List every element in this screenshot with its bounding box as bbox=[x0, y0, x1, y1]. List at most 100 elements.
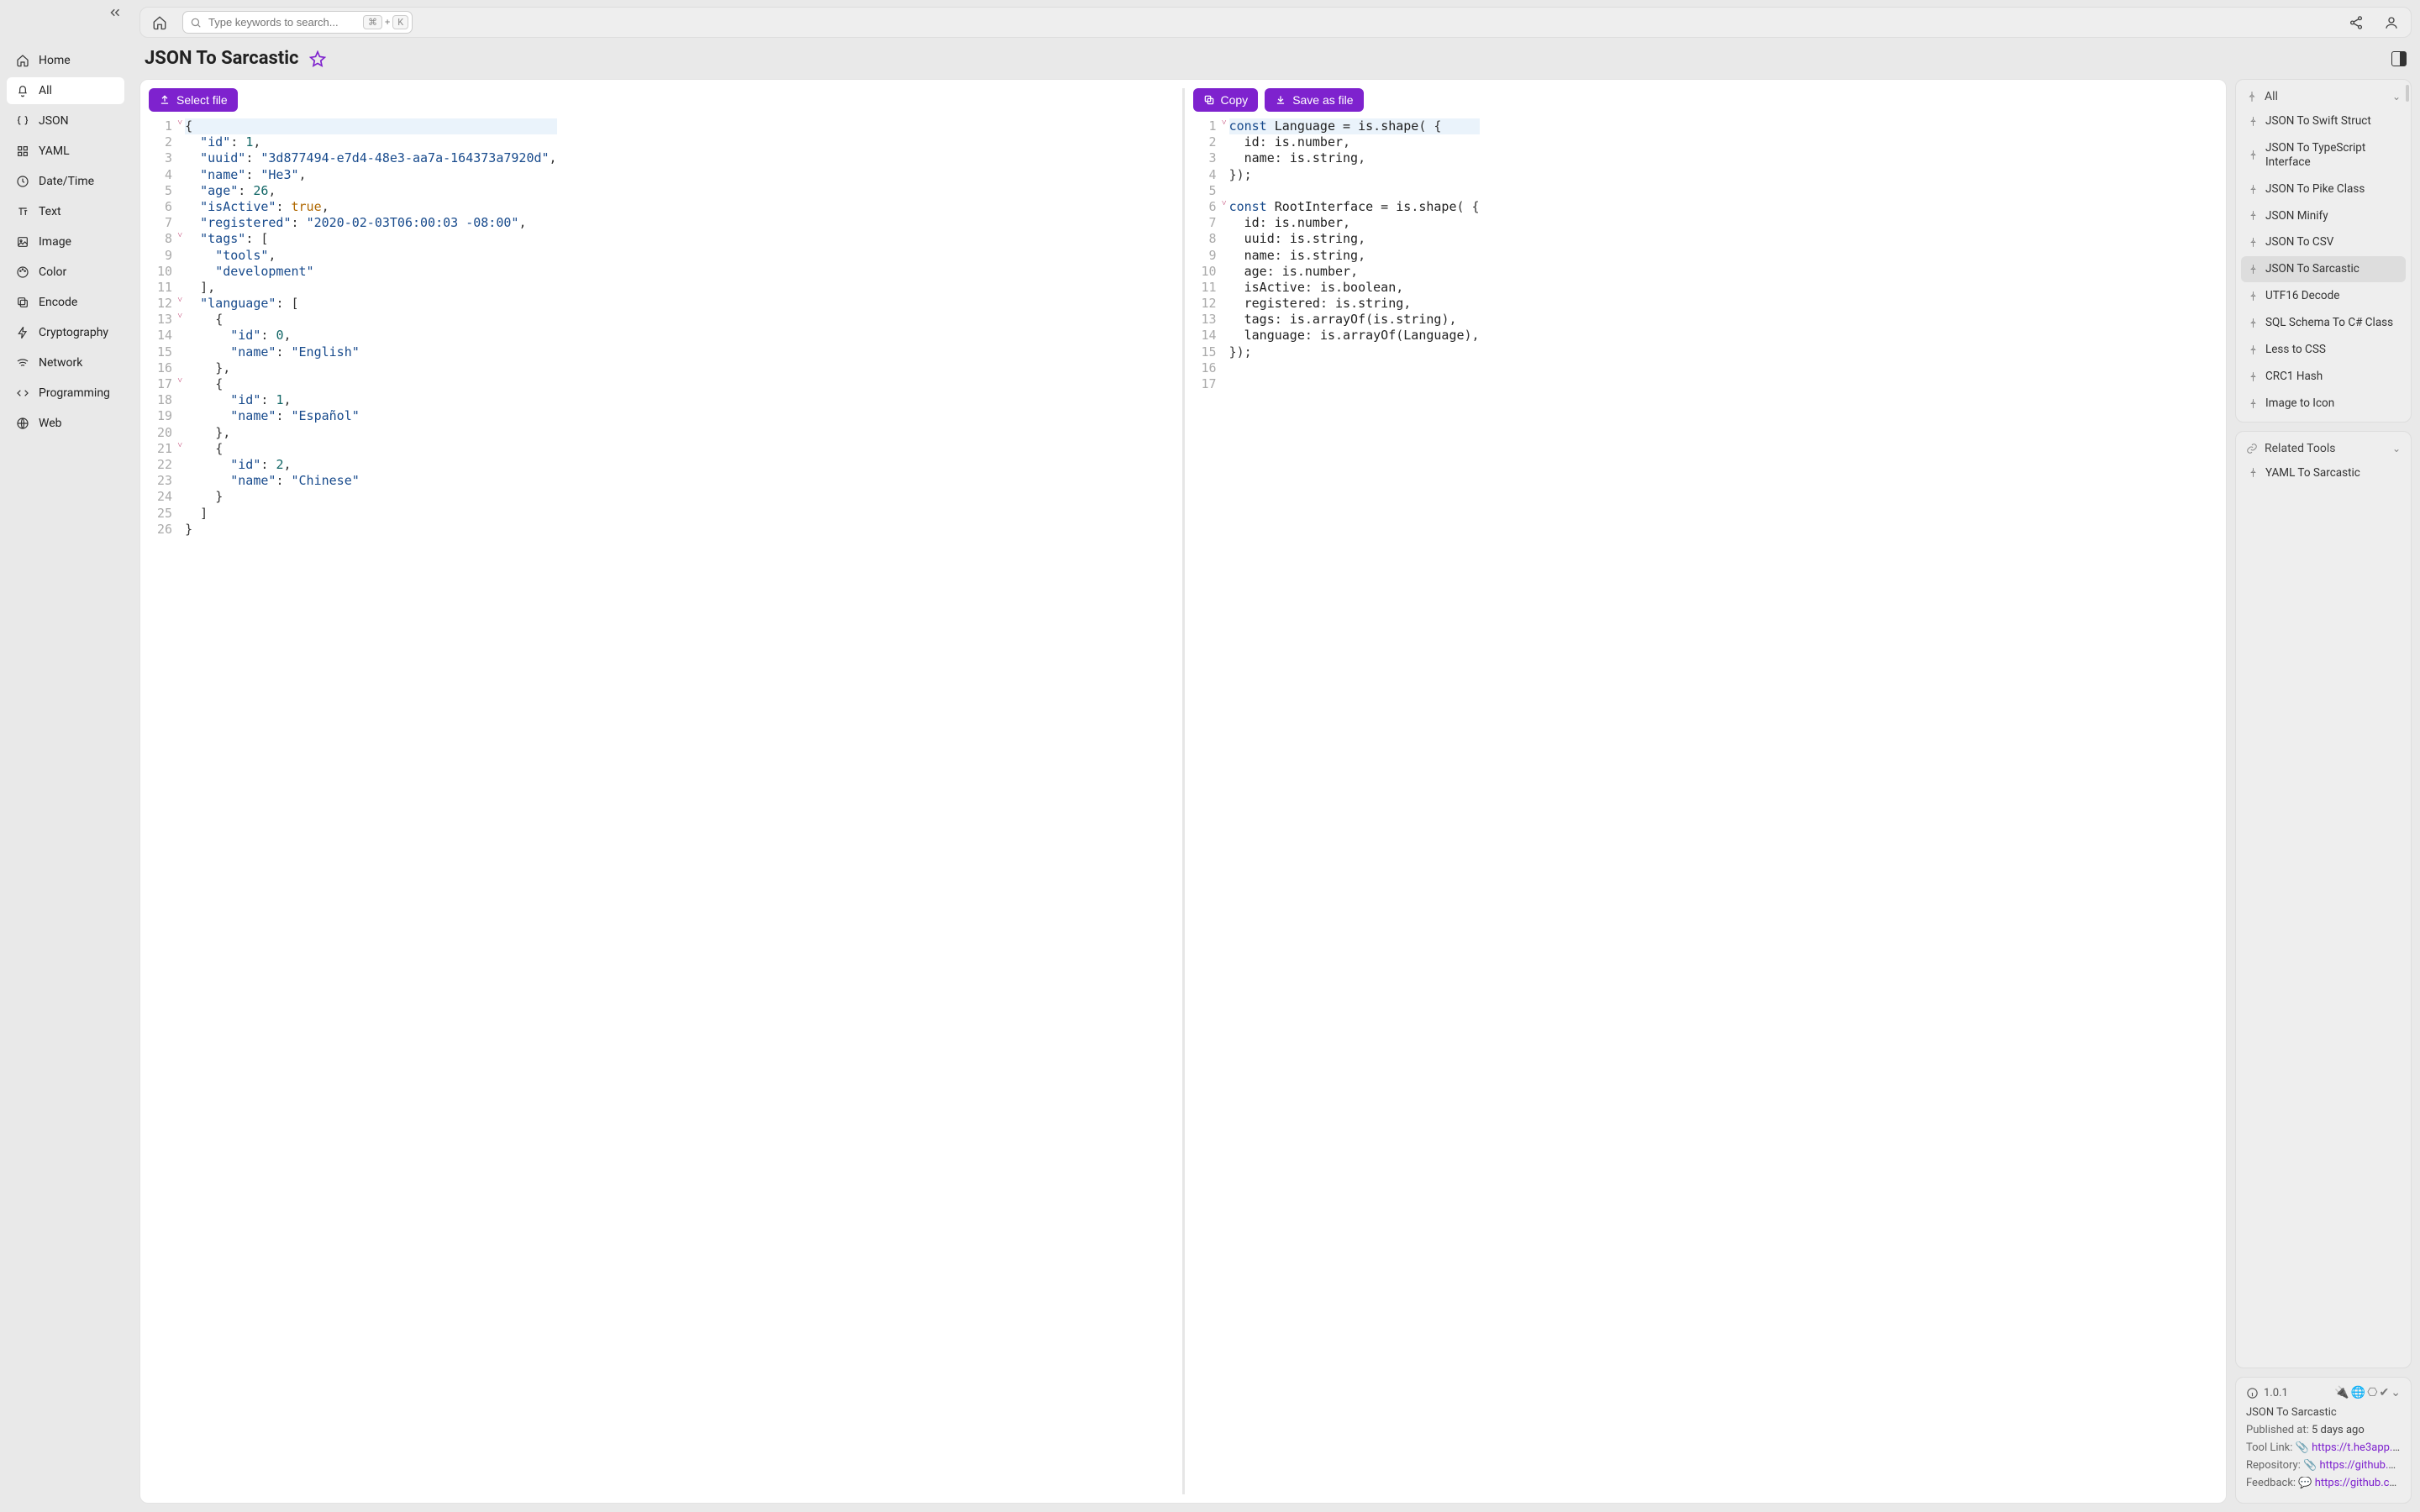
pin-icon bbox=[2248, 116, 2259, 127]
sidebar-item-label: JSON bbox=[39, 114, 69, 128]
bolt-icon bbox=[15, 326, 30, 339]
save-file-button[interactable]: Save as file bbox=[1265, 88, 1363, 112]
plug-icon: 🔌 bbox=[2334, 1386, 2349, 1399]
check-icon: ✔︎ bbox=[2380, 1386, 2390, 1399]
sidebar: Home All JSON YAML Date/Time Text Image Color En… bbox=[0, 0, 131, 1512]
link-icon bbox=[2246, 443, 2258, 454]
sidebar-item-json[interactable]: JSON bbox=[7, 108, 124, 134]
panel-item-label: UTF16 Decode bbox=[2265, 289, 2339, 303]
pin-icon bbox=[2248, 291, 2259, 302]
tool-item-json-to-typescript-interface[interactable]: JSON To TypeScript Interface bbox=[2241, 135, 2406, 176]
panel-item-label: JSON Minify bbox=[2265, 209, 2328, 223]
info-icon bbox=[2246, 1387, 2259, 1399]
sidebar-item-cryptography[interactable]: Cryptography bbox=[7, 319, 124, 346]
favorite-button[interactable] bbox=[309, 50, 326, 67]
sidebar-item-web[interactable]: Web bbox=[7, 410, 124, 437]
tool-item-json-to-csv[interactable]: JSON To CSV bbox=[2241, 229, 2406, 255]
page-title: JSON To Sarcastic bbox=[145, 48, 299, 69]
sidebar-item-label: Home bbox=[39, 54, 71, 67]
tool-item-json-to-swift-struct[interactable]: JSON To Swift Struct bbox=[2241, 108, 2406, 134]
sidebar-item-label: Network bbox=[39, 356, 82, 370]
pin-icon bbox=[2248, 371, 2259, 382]
all-tools-panel: All ⌄ JSON To Swift Struct JSON To TypeSc… bbox=[2235, 79, 2412, 423]
sidebar-item-label: Programming bbox=[39, 386, 110, 400]
panel-item-label: JSON To Swift Struct bbox=[2265, 114, 2371, 129]
sidebar-item-date-time[interactable]: Date/Time bbox=[7, 168, 124, 195]
related-tools-header[interactable]: Related Tools ⌄ bbox=[2239, 437, 2407, 460]
feedback-link[interactable]: https://github.com/… bbox=[2315, 1477, 2401, 1489]
sidebar-item-color[interactable]: Color bbox=[7, 259, 124, 286]
pin-icon bbox=[2248, 210, 2259, 221]
attachment-icon: 📎 bbox=[2296, 1441, 2309, 1454]
panel-item-label: JSON To Pike Class bbox=[2265, 182, 2365, 197]
profile-button[interactable] bbox=[2379, 12, 2404, 34]
title-row: JSON To Sarcastic bbox=[139, 45, 2412, 72]
sidebar-collapse-button[interactable] bbox=[108, 5, 123, 20]
copy-icon bbox=[15, 296, 30, 309]
wifi-icon bbox=[15, 356, 30, 370]
sidebar-item-home[interactable]: Home bbox=[7, 47, 124, 74]
tool-item-json-to-pike-class[interactable]: JSON To Pike Class bbox=[2241, 176, 2406, 202]
chevron-down-icon: ⌄ bbox=[2392, 443, 2401, 454]
download-icon bbox=[1275, 94, 1286, 106]
sidebar-item-programming[interactable]: Programming bbox=[7, 380, 124, 407]
source-editor[interactable]: 1234567891011121314151617181920212223242… bbox=[149, 117, 1174, 1494]
sidebar-item-text[interactable]: Text bbox=[7, 198, 124, 225]
output-editor[interactable]: 1234567891011121314151617 const Language… bbox=[1193, 117, 2218, 1494]
tool-item-image-to-icon[interactable]: Image to Icon bbox=[2241, 391, 2406, 417]
sidebar-item-label: Text bbox=[39, 205, 61, 218]
tool-item-json-minify[interactable]: JSON Minify bbox=[2241, 203, 2406, 229]
tool-item-less-to-css[interactable]: Less to CSS bbox=[2241, 337, 2406, 363]
tool-item-utf16-decode[interactable]: UTF16 Decode bbox=[2241, 283, 2406, 309]
editors-container: Select file 1234567891011121314151617181… bbox=[139, 79, 2227, 1504]
info-name: JSON To Sarcastic bbox=[2246, 1406, 2401, 1419]
version-label: 1.0.1 bbox=[2264, 1387, 2288, 1399]
panel-item-label: JSON To Sarcastic bbox=[2265, 262, 2360, 276]
panel-item-label: CRC1 Hash bbox=[2265, 370, 2323, 384]
pin-icon bbox=[2248, 237, 2259, 248]
sidebar-item-all[interactable]: All bbox=[7, 77, 124, 104]
right-panel-toggle[interactable] bbox=[2391, 51, 2407, 66]
topbar: ⌘ + K bbox=[139, 7, 2412, 38]
select-file-button[interactable]: Select file bbox=[149, 88, 238, 112]
home-icon bbox=[15, 54, 30, 67]
home-button[interactable] bbox=[147, 12, 172, 34]
github-icon: ⎔ bbox=[2367, 1386, 2377, 1399]
attachment-icon: 📎 bbox=[2303, 1459, 2317, 1472]
tool-item-json-to-sarcastic[interactable]: JSON To Sarcastic bbox=[2241, 256, 2406, 282]
chevron-down-icon: ⌄ bbox=[2392, 91, 2401, 102]
palette-icon bbox=[15, 265, 30, 279]
search-box[interactable]: ⌘ + K bbox=[182, 11, 413, 34]
pin-icon bbox=[2248, 344, 2259, 355]
code-icon bbox=[15, 386, 30, 400]
sidebar-item-label: Cryptography bbox=[39, 326, 108, 339]
globe-icon: 🌐 bbox=[2351, 1386, 2365, 1399]
image-icon bbox=[15, 235, 30, 249]
search-input[interactable] bbox=[208, 16, 356, 29]
panel-item-label: JSON To TypeScript Interface bbox=[2265, 141, 2399, 170]
all-tools-header[interactable]: All ⌄ bbox=[2239, 85, 2407, 108]
search-icon bbox=[190, 17, 202, 29]
grid-icon bbox=[15, 144, 30, 158]
right-column: All ⌄ JSON To Swift Struct JSON To TypeSc… bbox=[2235, 79, 2412, 1504]
tool-item-sql-schema-to-c-class[interactable]: SQL Schema To C# Class bbox=[2241, 310, 2406, 336]
share-button[interactable] bbox=[2344, 12, 2369, 34]
chevron-down-icon: ⌄ bbox=[2391, 1386, 2401, 1399]
chat-icon: 💬 bbox=[2298, 1477, 2312, 1489]
bell-icon bbox=[15, 84, 30, 97]
panel-item-label: Less to CSS bbox=[2265, 343, 2326, 357]
repo-link[interactable]: https://github.com… bbox=[2320, 1459, 2401, 1472]
tool-link[interactable]: https://t.he3app.co… bbox=[2312, 1441, 2401, 1454]
sidebar-item-encode[interactable]: Encode bbox=[7, 289, 124, 316]
copy-button[interactable]: Copy bbox=[1193, 88, 1259, 112]
main-area: ⌘ + K JSON To Sarcastic bbox=[131, 0, 2420, 1512]
scrollbar-thumb[interactable] bbox=[2406, 85, 2409, 102]
pin-icon bbox=[2248, 264, 2259, 275]
related-item-yaml-to-sarcastic[interactable]: YAML To Sarcastic bbox=[2241, 460, 2406, 486]
sidebar-item-network[interactable]: Network bbox=[7, 349, 124, 376]
sidebar-item-label: Image bbox=[39, 235, 71, 249]
sidebar-item-image[interactable]: Image bbox=[7, 228, 124, 255]
sidebar-item-yaml[interactable]: YAML bbox=[7, 138, 124, 165]
sidebar-item-label: Date/Time bbox=[39, 175, 94, 188]
tool-item-crc1-hash[interactable]: CRC1 Hash bbox=[2241, 364, 2406, 390]
